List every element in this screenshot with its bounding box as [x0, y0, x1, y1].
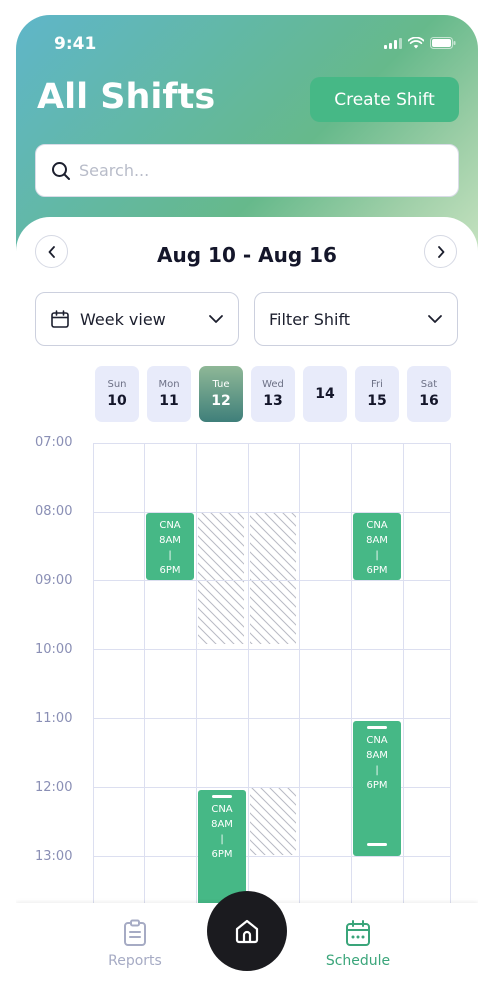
- chevron-down-icon: [428, 315, 442, 323]
- search-icon: [52, 161, 70, 180]
- shift-start: 8AM: [159, 535, 181, 546]
- day-number: 16: [419, 393, 439, 409]
- search-input[interactable]: Search...: [35, 144, 459, 197]
- grid-lines: [93, 443, 451, 955]
- day-number: 13: [263, 393, 283, 409]
- nav-schedule-label: Schedule: [325, 953, 391, 969]
- shift-end: 6PM: [211, 849, 233, 860]
- day-name: Tue: [212, 379, 230, 390]
- shift-end: 6PM: [366, 565, 388, 576]
- day-name: Fri: [371, 379, 383, 390]
- date-range: Aug 10 - Aug 16: [157, 243, 337, 267]
- shift-role: CNA: [366, 735, 388, 746]
- status-time: 9:41: [54, 34, 97, 54]
- wifi-icon: [408, 37, 424, 49]
- time-label: 07:00: [35, 435, 73, 450]
- shift-start: 8AM: [211, 819, 233, 830]
- phone-screen: 9:41 All Shifts Create Shift Search... A…: [16, 15, 478, 981]
- schedule-card: Aug 10 - Aug 16 Week view Filter Shift S…: [16, 217, 478, 981]
- shift-start: 8AM: [366, 535, 388, 546]
- chevron-right-icon: [437, 245, 444, 258]
- create-shift-button[interactable]: Create Shift: [310, 77, 459, 122]
- time-label: 08:00: [35, 504, 73, 519]
- status-icons: [384, 37, 456, 49]
- shift-block[interactable]: CNA 8AM | 6PM: [353, 513, 401, 580]
- unavailable-block: [198, 513, 244, 644]
- day-mon[interactable]: Mon 11: [147, 366, 191, 422]
- time-label: 10:00: [35, 642, 73, 657]
- shift-end: 6PM: [159, 565, 181, 576]
- day-fri[interactable]: Fri 15: [355, 366, 399, 422]
- filter-shift-dropdown[interactable]: Filter Shift: [254, 292, 458, 346]
- home-button[interactable]: [207, 891, 287, 971]
- unavailable-block: [250, 787, 296, 855]
- resize-handle-bottom[interactable]: [367, 843, 387, 846]
- time-label: 12:00: [35, 780, 73, 795]
- next-week-button[interactable]: [424, 235, 457, 268]
- day-thu[interactable]: 14: [303, 366, 347, 422]
- time-label: 11:00: [35, 711, 73, 726]
- filter-dropdown-label: Filter Shift: [269, 309, 351, 329]
- day-number: 12: [211, 393, 231, 409]
- shift-end: 6PM: [366, 780, 388, 791]
- shift-role: CNA: [366, 520, 388, 531]
- day-wed[interactable]: Wed 13: [251, 366, 295, 422]
- day-number: 15: [367, 393, 387, 409]
- status-bar: 9:41: [16, 15, 478, 71]
- nav-schedule[interactable]: Schedule: [313, 919, 403, 969]
- search-placeholder: Search...: [79, 161, 150, 180]
- day-sat[interactable]: Sat 16: [407, 366, 451, 422]
- shift-separator: |: [220, 834, 224, 845]
- resize-handle-top[interactable]: [212, 795, 232, 798]
- calendar-icon: [51, 310, 69, 328]
- schedule-grid: 07:00 08:00 09:00 10:00 11:00 12:00 13:0…: [16, 435, 478, 955]
- shift-block-selected[interactable]: CNA 8AM | 6PM: [353, 721, 401, 856]
- view-dropdown-label: Week view: [80, 309, 166, 329]
- time-label: 13:00: [35, 849, 73, 864]
- shift-start: 8AM: [366, 750, 388, 761]
- shift-block[interactable]: CNA 8AM | 6PM: [146, 513, 194, 580]
- shift-separator: |: [168, 550, 172, 561]
- day-sun[interactable]: Sun 10: [95, 366, 139, 422]
- shift-role: CNA: [211, 804, 233, 815]
- day-tue-selected[interactable]: Tue 12: [199, 366, 243, 422]
- day-name: Sat: [420, 379, 438, 390]
- unavailable-block: [250, 513, 296, 644]
- resize-handle-top[interactable]: [367, 726, 387, 729]
- nav-reports[interactable]: Reports: [90, 919, 180, 969]
- page-title: All Shifts: [37, 77, 216, 117]
- day-name: Mon: [158, 379, 180, 390]
- chevron-down-icon: [209, 315, 223, 323]
- view-dropdown[interactable]: Week view: [35, 292, 239, 346]
- time-label: 09:00: [35, 573, 73, 588]
- home-icon: [235, 919, 259, 944]
- shift-role: CNA: [159, 520, 181, 531]
- calendar-icon: [346, 920, 370, 946]
- day-number: 14: [315, 386, 335, 402]
- day-number: 10: [107, 393, 127, 409]
- clipboard-icon: [124, 919, 146, 946]
- day-name: Sun: [107, 379, 127, 390]
- day-name: Wed: [262, 379, 284, 390]
- signal-icon: [384, 37, 402, 49]
- nav-reports-label: Reports: [108, 953, 162, 969]
- battery-icon: [430, 37, 456, 49]
- day-number: 11: [159, 393, 179, 409]
- shift-separator: |: [375, 550, 379, 561]
- shift-separator: |: [375, 765, 379, 776]
